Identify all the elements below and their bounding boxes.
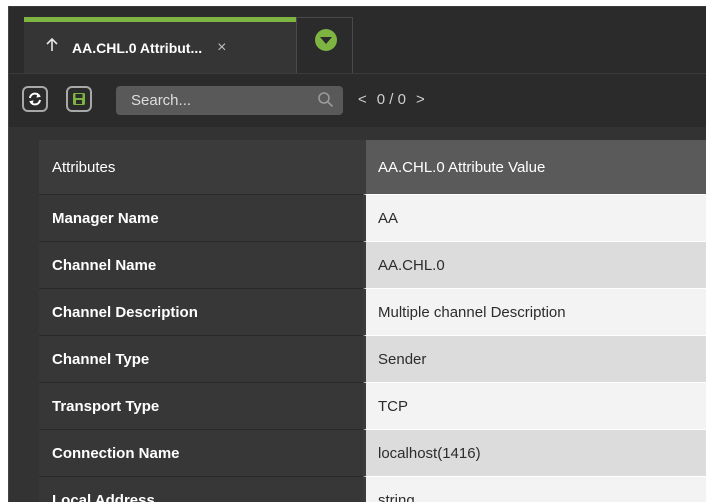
attribute-value: localhost(1416)	[363, 430, 706, 477]
tab-channel-attributes[interactable]: AA.CHL.0 Attribut... ×	[24, 17, 296, 73]
chevron-down-icon	[315, 29, 337, 51]
attribute-value: TCP	[363, 383, 706, 430]
attribute-table-area: Attributes AA.CHL.0 Attribute Value Mana…	[9, 127, 706, 502]
tab-strip: AA.CHL.0 Attribut... ×	[9, 7, 706, 74]
refresh-icon	[29, 92, 41, 106]
pager: < 0 / 0 >	[358, 91, 425, 108]
save-icon	[73, 93, 85, 105]
attribute-name: Channel Description	[39, 289, 363, 336]
table-row[interactable]: Channel Type Sender	[39, 336, 706, 383]
refresh-button[interactable]	[22, 86, 48, 112]
attribute-value: AA.CHL.0	[363, 242, 706, 289]
up-arrow-icon	[46, 37, 60, 57]
attribute-name: Transport Type	[39, 383, 363, 430]
attribute-value: string	[363, 477, 706, 502]
next-page-button[interactable]: >	[416, 91, 425, 108]
attribute-name: Connection Name	[39, 430, 363, 477]
tab-menu-button[interactable]	[296, 17, 353, 73]
attribute-table: Attributes AA.CHL.0 Attribute Value Mana…	[39, 140, 706, 502]
tab-title: AA.CHL.0 Attribut...	[72, 39, 203, 56]
toolbar: < 0 / 0 >	[9, 74, 706, 124]
attribute-name: Channel Type	[39, 336, 363, 383]
save-button[interactable]	[66, 86, 92, 112]
previous-page-button[interactable]: <	[358, 91, 367, 108]
attribute-name: Local Address	[39, 477, 363, 502]
pager-count: 0 / 0	[376, 91, 406, 108]
search-icon[interactable]	[317, 91, 334, 113]
attribute-name: Channel Name	[39, 242, 363, 289]
attribute-name: Manager Name	[39, 195, 363, 242]
table-row[interactable]: Channel Description Multiple channel Des…	[39, 289, 706, 336]
attribute-value: AA	[363, 195, 706, 242]
table-row[interactable]: Local Address string	[39, 477, 706, 502]
table-header-row: Attributes AA.CHL.0 Attribute Value	[39, 140, 706, 195]
table-row[interactable]: Transport Type TCP	[39, 383, 706, 430]
table-row[interactable]: Manager Name AA	[39, 195, 706, 242]
search-box	[116, 86, 343, 115]
table-row[interactable]: Connection Name localhost(1416)	[39, 430, 706, 477]
table-row[interactable]: Channel Name AA.CHL.0	[39, 242, 706, 289]
attribute-window: AA.CHL.0 Attribut... × Search... < 0 / 0…	[8, 6, 706, 502]
search-input[interactable]	[116, 86, 306, 115]
attribute-value: Sender	[363, 336, 706, 383]
attribute-value: Multiple channel Description	[363, 289, 706, 336]
column-header-value[interactable]: AA.CHL.0 Attribute Value	[363, 140, 706, 195]
column-header-attributes[interactable]: Attributes	[39, 140, 363, 195]
close-icon[interactable]: ×	[217, 39, 226, 57]
